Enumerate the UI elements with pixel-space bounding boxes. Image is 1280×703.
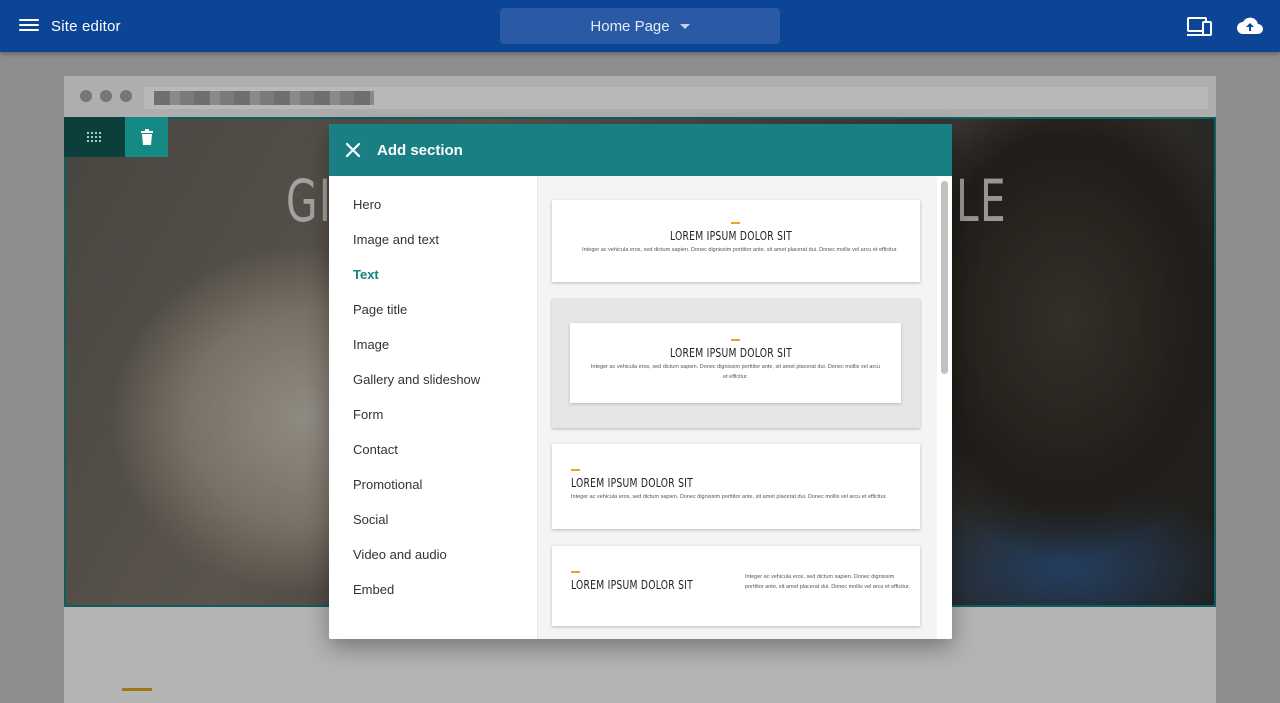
top-app-bar: Site editor Home Page <box>0 0 1280 52</box>
page-selector[interactable]: Home Page <box>500 8 780 44</box>
preview-body: Integer ac vehicula eros, sed dictum sap… <box>582 247 898 253</box>
app-title: Site editor <box>51 18 121 35</box>
category-item-contact[interactable]: Contact <box>353 442 398 457</box>
category-item-hero[interactable]: Hero <box>353 197 381 212</box>
dialog-title: Add section <box>377 142 463 159</box>
section-preview-card[interactable]: LOREM IPSUM DOLOR SIT Integer ac vehicul… <box>552 444 920 529</box>
caret-down-icon <box>679 24 690 29</box>
close-icon[interactable] <box>343 140 363 160</box>
category-item-embed[interactable]: Embed <box>353 582 394 597</box>
devices-preview-icon[interactable] <box>1186 14 1214 40</box>
category-item-promotional[interactable]: Promotional <box>353 477 422 492</box>
section-preview-card[interactable]: LOREM IPSUM DOLOR SIT Integer ac vehicul… <box>552 546 920 626</box>
category-item-image-and-text[interactable]: Image and text <box>353 232 439 247</box>
menu-icon[interactable] <box>18 16 40 36</box>
preview-body: Integer ac vehicula eros, sed dictum sap… <box>590 364 881 380</box>
section-preview-card[interactable]: LOREM IPSUM DOLOR SIT Integer ac vehicul… <box>552 299 920 428</box>
category-item-social[interactable]: Social <box>353 512 388 527</box>
preview-body: Integer ac vehicula eros, sed dictum sap… <box>745 574 910 590</box>
preview-heading: LOREM IPSUM DOLOR SIT <box>571 577 694 592</box>
preview-heading: LOREM IPSUM DOLOR SIT <box>670 345 793 360</box>
drag-grid-icon[interactable] <box>64 117 125 157</box>
section-preview-card[interactable]: LOREM IPSUM DOLOR SIT Integer ac vehicul… <box>552 200 920 282</box>
dialog-header: Add section <box>329 124 952 176</box>
category-list: Hero Image and text Text Page title Imag… <box>329 176 538 639</box>
category-item-form[interactable]: Form <box>353 407 383 422</box>
preview-heading: LOREM IPSUM DOLOR SIT <box>571 475 694 490</box>
category-item-image[interactable]: Image <box>353 337 389 352</box>
delete-icon[interactable] <box>125 117 168 157</box>
preview-scrollbar[interactable] <box>941 181 948 374</box>
cloud-upload-icon[interactable] <box>1236 14 1264 40</box>
category-item-gallery-and-slideshow[interactable]: Gallery and slideshow <box>353 372 480 387</box>
preview-heading: LOREM IPSUM DOLOR SIT <box>670 228 793 243</box>
add-section-dialog: Add section Hero Image and text Text Pag… <box>329 124 952 639</box>
category-item-page-title[interactable]: Page title <box>353 302 407 317</box>
preview-body: Integer ac vehicula eros, sed dictum sap… <box>571 494 887 500</box>
page-selector-label: Home Page <box>590 17 670 35</box>
section-toolbar <box>64 117 168 157</box>
category-item-text[interactable]: Text <box>353 267 379 282</box>
preview-pane: LOREM IPSUM DOLOR SIT Integer ac vehicul… <box>538 176 952 639</box>
category-item-video-and-audio[interactable]: Video and audio <box>353 547 447 562</box>
